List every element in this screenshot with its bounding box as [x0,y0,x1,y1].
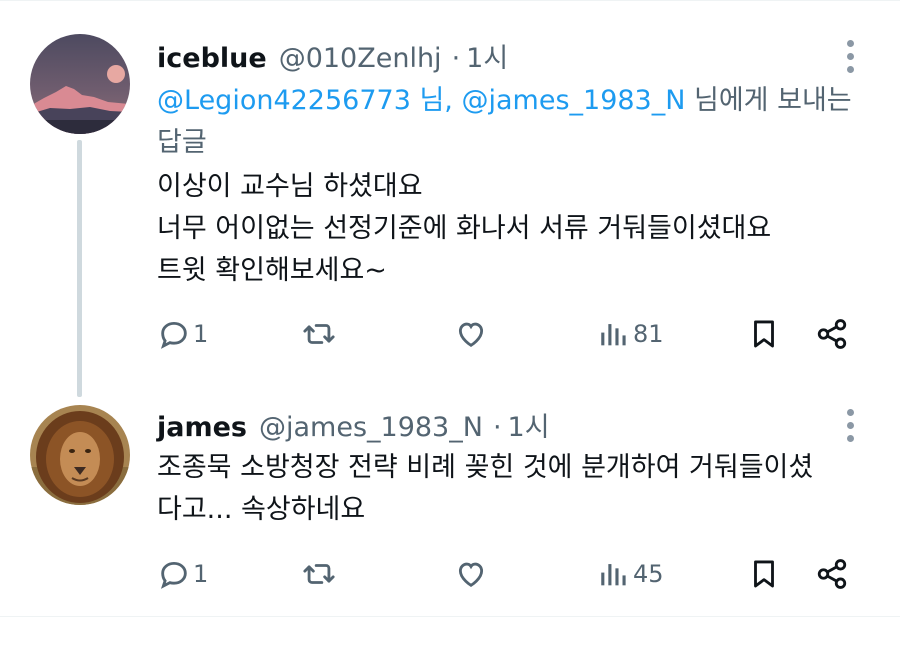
like-button[interactable] [454,314,488,354]
retweet-icon [303,564,335,584]
reply-button[interactable]: 1 [157,554,208,594]
timestamp[interactable]: 1시 [508,405,550,444]
share-button[interactable] [815,314,849,354]
heart-icon [458,322,484,347]
views-button[interactable]: 45 [597,554,664,594]
replying-suffix: 님에게 보내는 [685,85,852,116]
replying-to: @Legion42256773 님, @james_1983_N 님에게 보내는… [157,80,857,164]
tweet-text: 이상이 교수님 하셨대요 너무 어이없는 선정기준에 화나서 서류 거둬들이셨대… [157,166,867,292]
separator-dot: · [451,43,461,74]
tweet-line: 이상이 교수님 하셨대요 [157,171,423,202]
avatar[interactable] [30,34,130,134]
tweet-line: 트윗 확인해보세요~ [157,255,387,286]
display-name[interactable]: iceblue [157,43,267,74]
tweet-line: 너무 어이없는 선정기준에 화나서 서류 거둬들이셨대요 [157,213,772,244]
tweet-header: james @james_1983_N · 1시 [157,405,550,444]
share-button[interactable] [815,554,849,594]
like-button[interactable] [454,554,488,594]
user-handle[interactable]: @010Zenlhj [279,43,442,74]
thread-line [77,140,82,397]
tweet-line: 조종묵 소방청장 전략 비례 꽂힌 것에 분개하여 거둬들이셨 [157,452,814,483]
bookmark-button[interactable] [747,554,781,594]
more-options-button[interactable] [838,407,862,447]
reply-count: 1 [193,560,209,588]
views-button[interactable]: 81 [597,314,664,354]
replying-line2: 답글 [157,127,207,158]
tweet-header: iceblue @010Zenlhj · 1시 [157,36,508,75]
tweet-divider [0,616,900,617]
display-name[interactable]: james [157,412,247,443]
bookmark-icon [754,320,774,348]
more-options-button[interactable] [838,38,862,78]
action-bar: 1 81 [157,314,857,354]
view-count: 45 [633,560,664,588]
share-icon [817,559,847,589]
reply-count: 1 [193,320,209,348]
tweet-text: 조종묵 소방청장 전략 비례 꽂힌 것에 분개하여 거둬들이셨 다고... 속상… [157,447,867,531]
reply-button[interactable]: 1 [157,314,208,354]
lion-avatar-icon [30,405,130,505]
reply-icon [160,561,187,589]
mountain-sunset-avatar-icon [30,34,130,134]
retweet-button[interactable] [302,314,336,354]
mention-james[interactable]: @james_1983_N [461,85,685,116]
tweet-james[interactable]: james @james_1983_N · 1시 조종묵 소방청장 전략 비례 … [0,397,900,617]
tweet-line: 다고... 속상하네요 [157,494,366,525]
user-handle[interactable]: @james_1983_N [259,412,483,443]
mention-legion[interactable]: @Legion42256773 님, [157,85,453,116]
share-icon [817,319,847,349]
bookmark-icon [754,560,774,588]
timestamp[interactable]: 1시 [466,36,508,75]
bookmark-button[interactable] [747,314,781,354]
views-icon [601,324,626,346]
tweet-iceblue[interactable]: iceblue @010Zenlhj · 1시 @Legion42256773 … [0,0,900,397]
action-bar: 1 45 [157,554,857,594]
heart-icon [458,562,484,587]
retweet-button[interactable] [302,554,336,594]
avatar[interactable] [30,405,130,505]
view-count: 81 [633,320,664,348]
retweet-icon [303,324,335,344]
separator-dot: · [492,412,502,443]
reply-icon [160,321,187,349]
views-icon [601,564,626,586]
